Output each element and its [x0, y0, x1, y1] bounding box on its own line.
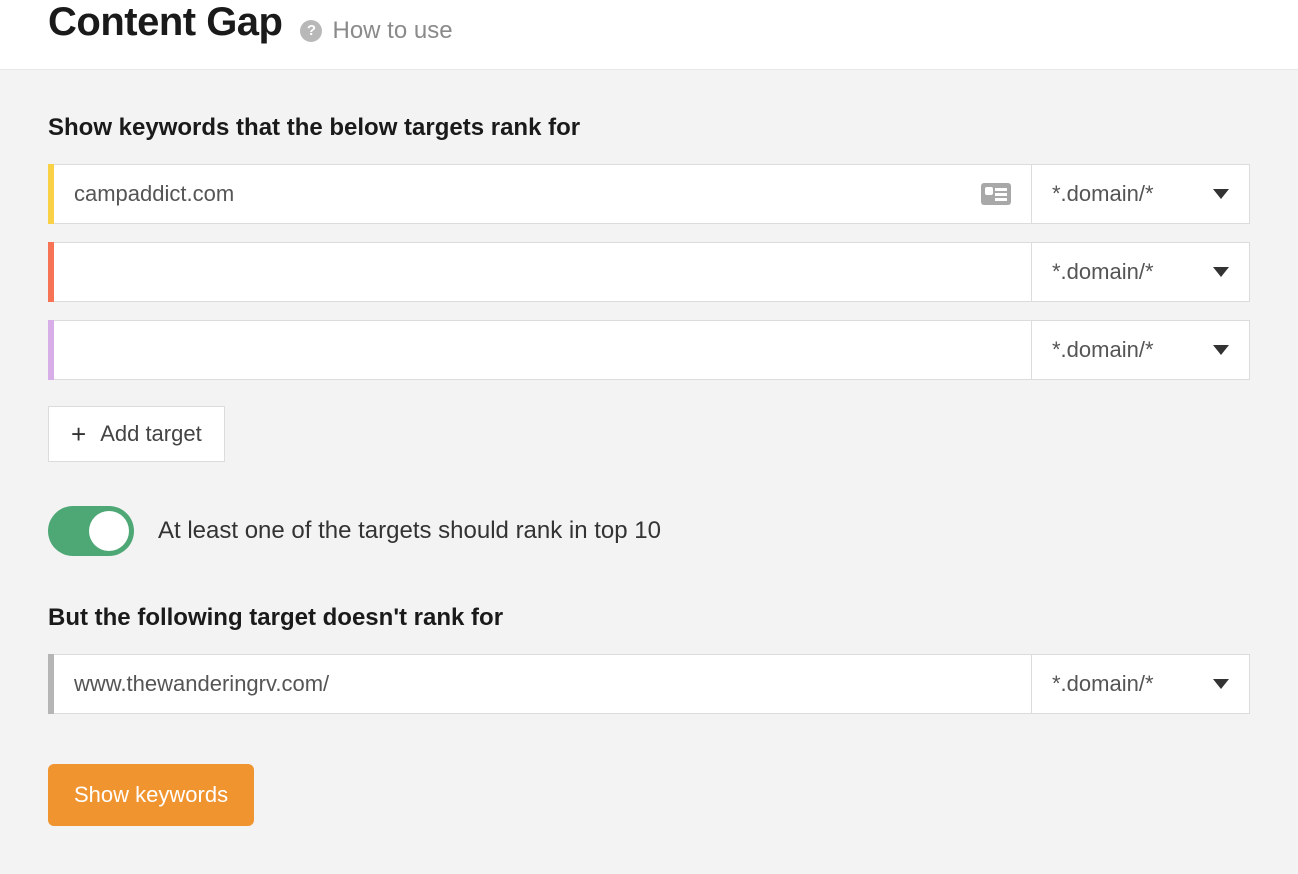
add-target-label: Add target: [100, 421, 202, 447]
content-area: Show keywords that the below targets ran…: [0, 70, 1298, 874]
top10-toggle-row: At least one of the targets should rank …: [48, 506, 1250, 556]
exclude-input[interactable]: [74, 671, 1011, 697]
plus-icon: +: [71, 421, 86, 447]
chevron-down-icon: [1213, 679, 1229, 689]
chevron-down-icon: [1213, 267, 1229, 277]
target-mode-select[interactable]: *.domain/*: [1032, 164, 1250, 224]
exclude-mode-select[interactable]: *.domain/*: [1032, 654, 1250, 714]
help-label: How to use: [332, 17, 452, 45]
mode-label: *.domain/*: [1052, 259, 1154, 285]
chevron-down-icon: [1213, 189, 1229, 199]
target-input[interactable]: [74, 181, 971, 207]
exclude-row: *.domain/*: [48, 654, 1250, 714]
target-input-wrap: [54, 320, 1032, 380]
target-input-wrap: [54, 164, 1032, 224]
target-mode-select[interactable]: *.domain/*: [1032, 320, 1250, 380]
page-header: Content Gap ? How to use: [0, 0, 1298, 70]
target-input[interactable]: [74, 337, 1011, 363]
mode-label: *.domain/*: [1052, 181, 1154, 207]
toggle-label: At least one of the targets should rank …: [158, 517, 661, 545]
mode-label: *.domain/*: [1052, 671, 1154, 697]
target-row: *.domain/*: [48, 164, 1250, 224]
exclude-input-wrap: [54, 654, 1032, 714]
id-card-icon: [981, 183, 1011, 205]
targets-section-label: Show keywords that the below targets ran…: [48, 114, 1250, 142]
how-to-use-link[interactable]: ? How to use: [300, 17, 452, 45]
page-title: Content Gap: [48, 0, 282, 45]
target-mode-select[interactable]: *.domain/*: [1032, 242, 1250, 302]
target-row: *.domain/*: [48, 242, 1250, 302]
chevron-down-icon: [1213, 345, 1229, 355]
target-input[interactable]: [74, 259, 1011, 285]
help-icon: ?: [300, 20, 322, 42]
top10-toggle[interactable]: [48, 506, 134, 556]
toggle-knob: [89, 511, 129, 551]
show-keywords-button[interactable]: Show keywords: [48, 764, 254, 826]
target-input-wrap: [54, 242, 1032, 302]
mode-label: *.domain/*: [1052, 337, 1154, 363]
target-row: *.domain/*: [48, 320, 1250, 380]
add-target-button[interactable]: + Add target: [48, 406, 225, 462]
exclude-section-label: But the following target doesn't rank fo…: [48, 604, 1250, 632]
